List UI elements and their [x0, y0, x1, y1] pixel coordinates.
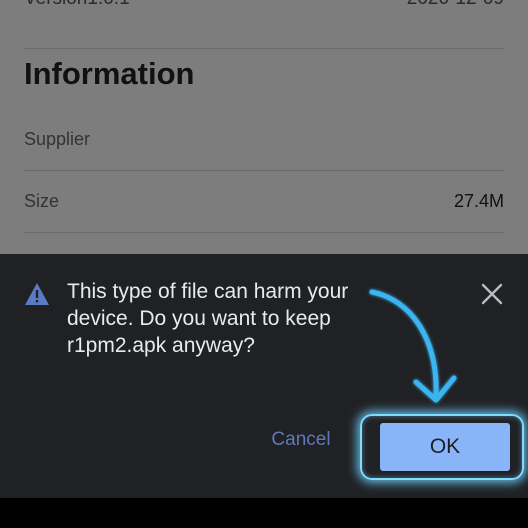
ok-button[interactable]: OK: [380, 423, 510, 471]
supplier-label: Supplier: [24, 128, 91, 149]
close-icon[interactable]: [478, 280, 506, 308]
app-detail-page: Version1.0.1 2020-12-09 Information Supp…: [0, 0, 528, 256]
version-date: 2020-12-09: [407, 0, 504, 10]
divider: [24, 48, 504, 49]
size-value: 27.4M: [453, 190, 504, 211]
cancel-button[interactable]: Cancel: [258, 420, 344, 460]
info-row-supplier: Supplier: [24, 124, 504, 154]
dialog-message: This type of file can harm your device. …: [67, 280, 349, 357]
bottom-bar: [0, 498, 528, 528]
screen: Version1.0.1 2020-12-09 Information Supp…: [0, 0, 528, 528]
info-row-size: Size 27.4M: [24, 186, 504, 216]
version-row: Version1.0.1 2020-12-09: [24, 0, 504, 14]
version-label: Version1.0.1: [24, 0, 130, 10]
size-label: Size: [24, 190, 60, 211]
warning-triangle-icon: [25, 283, 49, 305]
divider: [24, 170, 504, 171]
information-heading: Information: [24, 56, 195, 91]
divider: [24, 232, 504, 233]
